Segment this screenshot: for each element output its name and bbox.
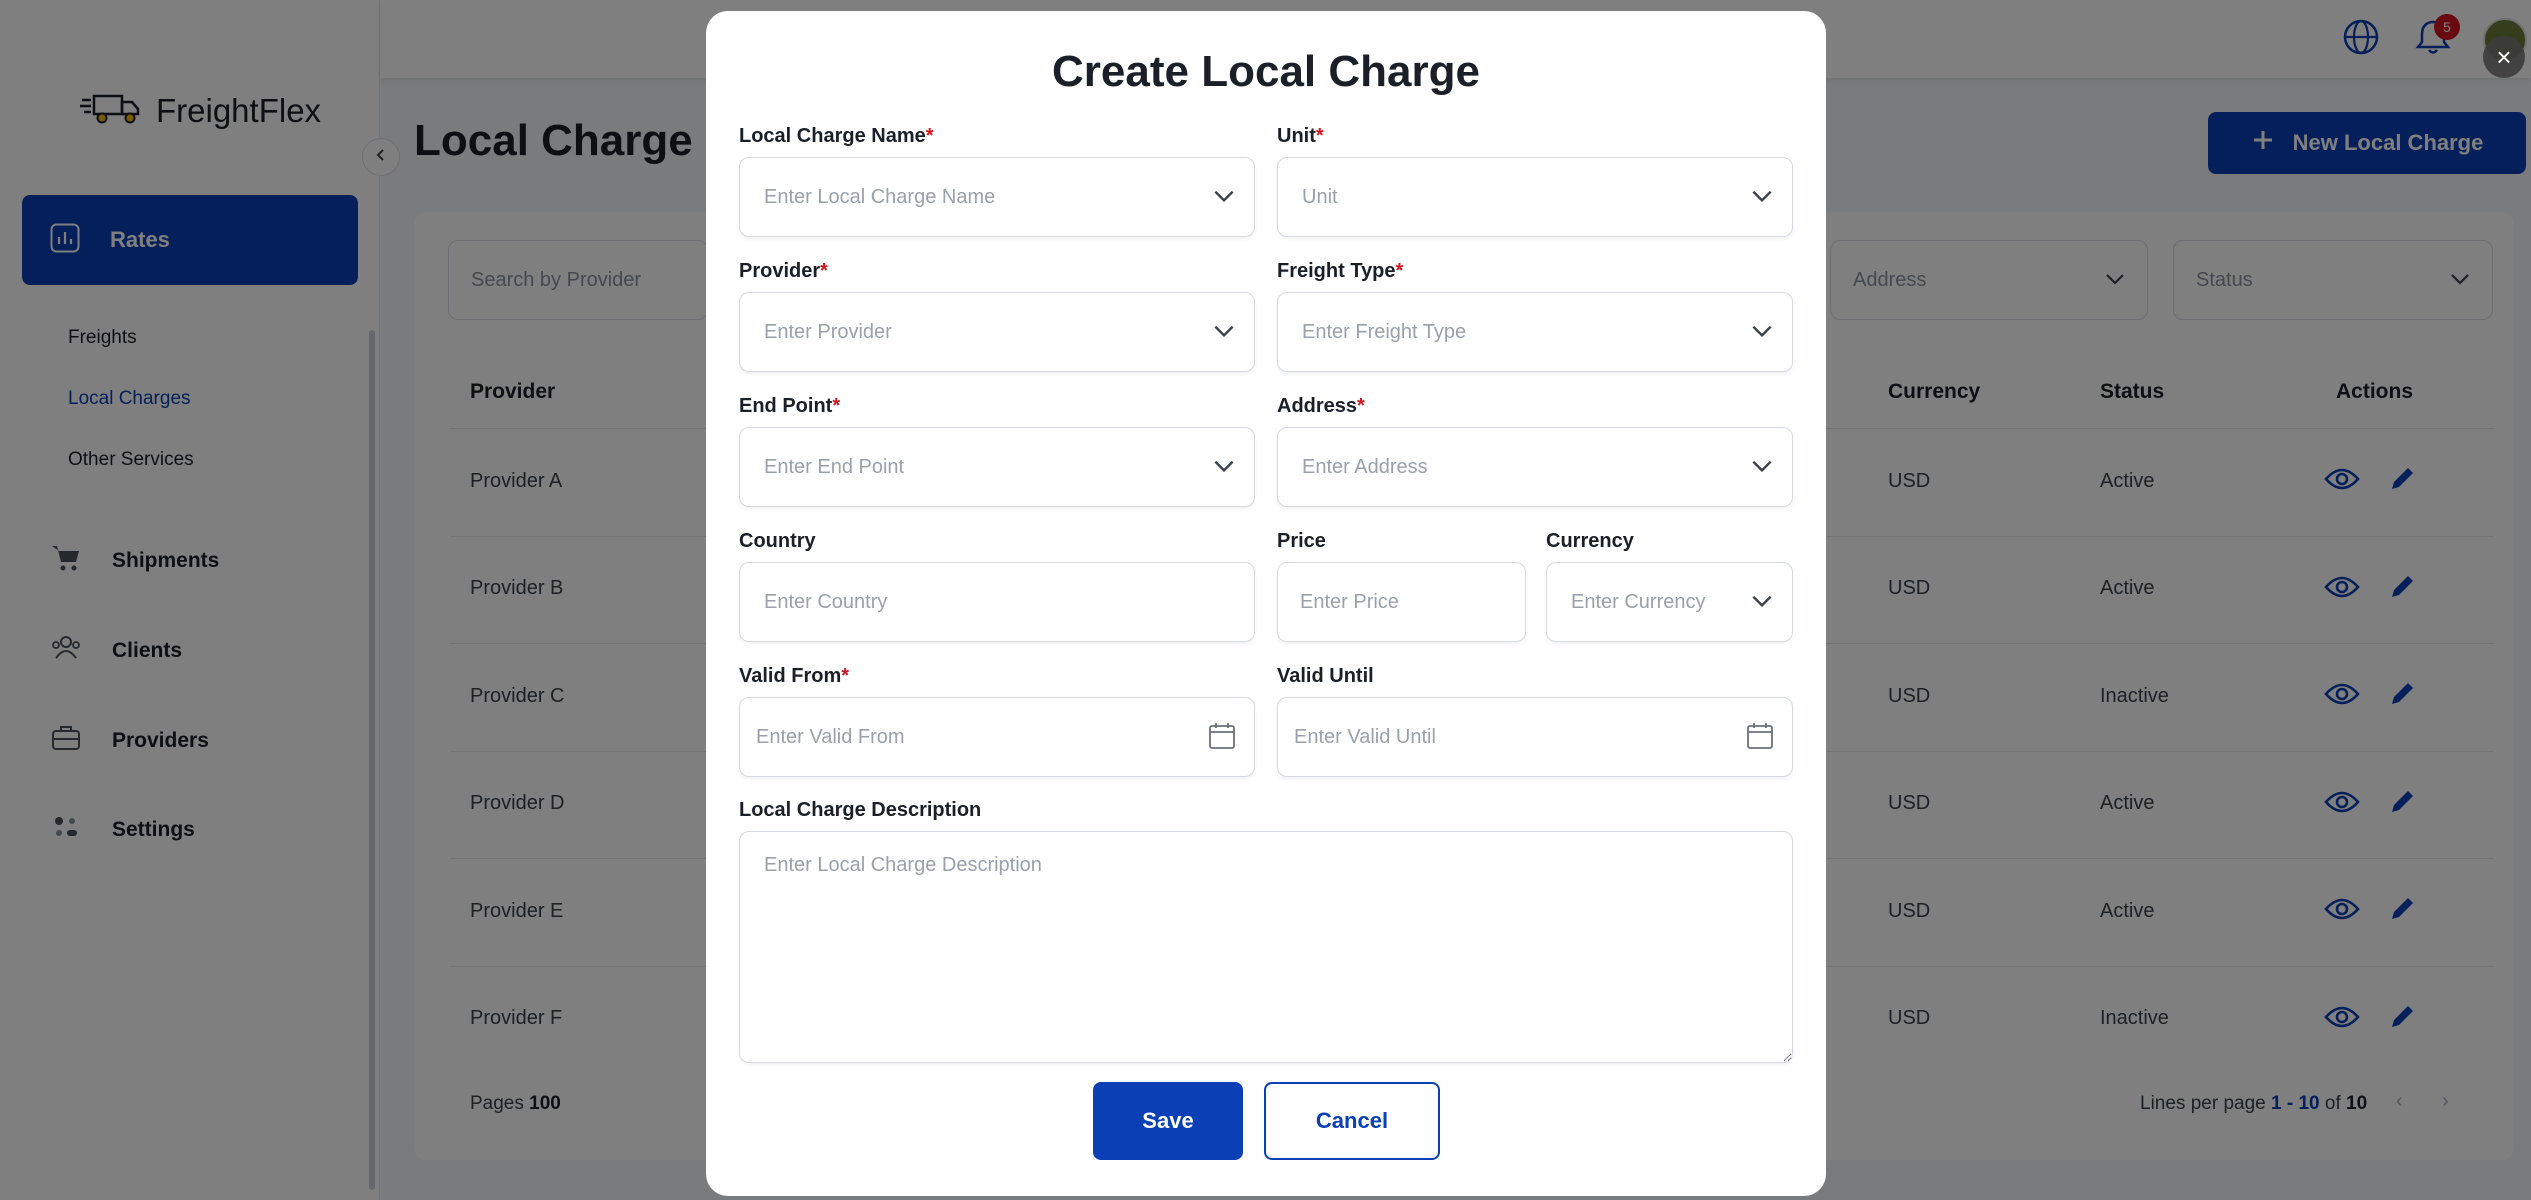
field-label-description: Local Charge Description (739, 799, 981, 822)
label-text: Price (1277, 530, 1326, 552)
address-input[interactable] (1277, 427, 1793, 507)
currency-field[interactable] (1546, 562, 1793, 642)
field-label-unit: Unit* (1277, 125, 1324, 148)
field-label-price: Price (1277, 530, 1326, 553)
close-modal-button[interactable]: × (2483, 36, 2525, 78)
required-mark: * (1395, 260, 1404, 282)
address-field[interactable] (1277, 427, 1793, 507)
local-charge-name-field[interactable] (739, 157, 1255, 237)
chevron-down-icon[interactable] (1211, 318, 1237, 349)
required-mark: * (1357, 395, 1365, 417)
calendar-icon[interactable] (1207, 721, 1237, 756)
label-text: Freight Type (1277, 260, 1396, 282)
label-text: Valid From (739, 665, 842, 687)
label-text: Address (1277, 395, 1358, 417)
field-label-name: Local Charge Name* (739, 125, 934, 148)
field-label-currency: Currency (1546, 530, 1634, 553)
required-mark: * (820, 260, 828, 282)
chevron-down-icon[interactable] (1211, 183, 1237, 214)
field-label-valid-from: Valid From* (739, 665, 849, 688)
local-charge-name-input[interactable] (739, 157, 1255, 237)
required-mark: * (841, 665, 850, 687)
unit-field[interactable] (1277, 157, 1793, 237)
end-point-input[interactable] (739, 427, 1255, 507)
provider-input[interactable] (739, 292, 1255, 372)
valid-from-field[interactable] (739, 697, 1255, 777)
unit-input[interactable] (1277, 157, 1793, 237)
label-text: Local Charge Name (739, 125, 926, 147)
label-text: Country (739, 530, 816, 552)
modal-title: Create Local Charge (1052, 47, 1480, 96)
field-label-freight-type: Freight Type* (1277, 260, 1403, 283)
required-mark: * (832, 395, 841, 417)
close-icon: × (2496, 41, 2512, 72)
chevron-down-icon[interactable] (1749, 318, 1775, 349)
required-mark: * (925, 125, 934, 147)
label-text: Provider (739, 260, 821, 282)
chevron-down-icon[interactable] (1749, 588, 1775, 619)
label-text: End Point (739, 395, 833, 417)
provider-field[interactable] (739, 292, 1255, 372)
valid-from-input[interactable] (739, 697, 1255, 777)
local-charge-description-textarea[interactable] (739, 831, 1793, 1063)
calendar-icon[interactable] (1745, 721, 1775, 756)
field-label-address: Address* (1277, 395, 1365, 418)
valid-until-field[interactable] (1277, 697, 1793, 777)
valid-until-input[interactable] (1277, 697, 1793, 777)
label-text: Currency (1546, 530, 1634, 552)
chevron-down-icon[interactable] (1749, 183, 1775, 214)
chevron-down-icon[interactable] (1749, 453, 1775, 484)
field-label-valid-until: Valid Until (1277, 665, 1374, 688)
cancel-button[interactable]: Cancel (1264, 1082, 1440, 1160)
create-local-charge-modal: Create Local Charge Local Charge Name* U… (706, 11, 1826, 1196)
freight-type-field[interactable] (1277, 292, 1793, 372)
label-text: Unit (1277, 125, 1316, 147)
field-label-country: Country (739, 530, 816, 553)
country-input[interactable] (739, 562, 1255, 642)
required-mark: * (1315, 125, 1324, 147)
end-point-field[interactable] (739, 427, 1255, 507)
save-button[interactable]: Save (1093, 1082, 1243, 1160)
label-text: Local Charge Description (739, 799, 982, 821)
label-text: Valid Until (1277, 665, 1374, 687)
freight-type-input[interactable] (1277, 292, 1793, 372)
chevron-down-icon[interactable] (1211, 453, 1237, 484)
field-label-provider: Provider* (739, 260, 828, 283)
field-label-end-point: End Point* (739, 395, 840, 418)
price-input[interactable] (1277, 562, 1526, 642)
